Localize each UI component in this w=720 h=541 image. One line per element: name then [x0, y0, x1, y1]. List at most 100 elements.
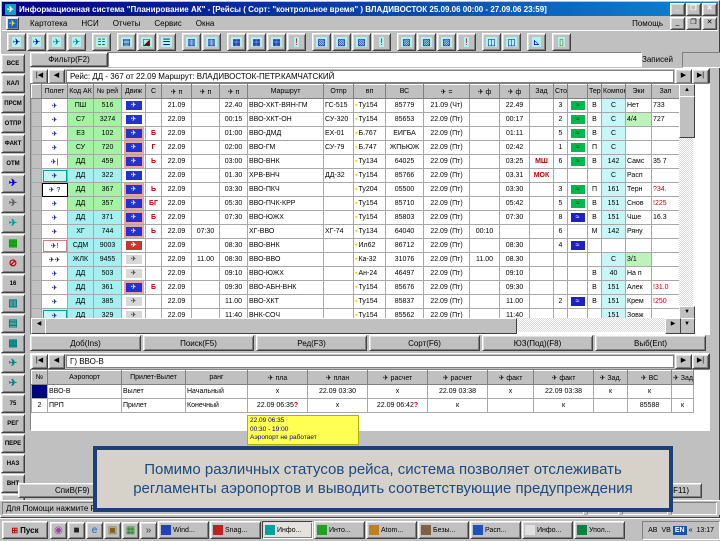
horizontal-scrollbar[interactable]: ◀ ▶ — [31, 318, 681, 334]
cell-bort[interactable]: 85653 — [385, 112, 424, 127]
cell-mar[interactable]: ХГ-ВВО — [247, 224, 324, 239]
cell-sti[interactable]: ≈ — [567, 294, 588, 309]
column-header-✈ план[interactable]: ✈ план — [307, 370, 368, 385]
cell-dp[interactable]: 22.09 — [161, 238, 192, 253]
close-button[interactable]: ✕ — [702, 2, 717, 16]
task-button-Инфо...[interactable]: Инфо... — [522, 521, 573, 539]
toolbar-button-1-0[interactable]: ☷ — [92, 32, 111, 51]
cell-ta[interactable]: 11.00 — [191, 252, 220, 267]
cell-kod[interactable]: ХГ — [67, 224, 94, 239]
cell-zap[interactable] — [651, 238, 680, 253]
column-header-✈ ВС[interactable]: ✈ ВС — [627, 370, 672, 385]
cell-stn[interactable]: 8 — [553, 210, 568, 225]
cell-df[interactable]: 22.09 (Пт) — [423, 168, 470, 183]
cell-s[interactable]: Б — [145, 210, 162, 225]
cell-dp[interactable]: 22.09 — [161, 266, 192, 281]
cell-zad[interactable]: МШ — [529, 154, 554, 169]
toolbar-button-9-0[interactable]: ▯ — [552, 32, 571, 51]
cell-ta[interactable] — [191, 112, 220, 127]
cell-td[interactable]: 22.40 — [219, 98, 248, 113]
cell-polet[interactable]: ✈ ? — [41, 182, 68, 197]
cell-stn[interactable]: 5 — [553, 196, 568, 211]
column-header-Аэропорт[interactable]: Аэропорт — [47, 370, 122, 385]
cell-stn[interactable]: 1 — [553, 140, 568, 155]
cell-c13[interactable]: к — [671, 398, 694, 413]
cell-stn[interactable] — [553, 168, 568, 183]
cell-stn[interactable] — [553, 252, 568, 267]
cell-ter[interactable]: М — [587, 224, 602, 239]
toolbar-button-8-0[interactable]: ⊾ — [527, 32, 546, 51]
cell-df[interactable]: 22.09 (Пт) — [423, 252, 470, 267]
cell-stn[interactable] — [553, 280, 568, 295]
column-header-✈ Зад[interactable]: ✈ Зад — [671, 370, 694, 385]
cell-dv[interactable]: ✈ — [121, 266, 146, 281]
cell-df[interactable]: 22.09 (Пт) — [423, 112, 470, 127]
vertical-scrollbar[interactable]: ▲ ▼ — [679, 84, 695, 320]
cell-s[interactable] — [145, 294, 162, 309]
cell-s[interactable]: Ь — [145, 154, 162, 169]
cell-zap[interactable] — [651, 266, 680, 281]
cell-tip[interactable]: ▪Ту154 — [353, 280, 386, 295]
cell-tfa[interactable] — [469, 168, 500, 183]
toolbar-button-0-2[interactable]: ✈ — [47, 32, 66, 51]
cell-c7[interactable]: х — [367, 384, 428, 399]
cell-s[interactable] — [145, 252, 162, 267]
cell-komp[interactable]: С — [601, 252, 626, 267]
sidebar-button-icon-14[interactable]: ▦ — [1, 334, 25, 353]
cell-tfa[interactable] — [469, 112, 500, 127]
column-header-Маршрут[interactable]: Маршрут — [247, 84, 324, 99]
cell-dp[interactable]: 22.09 — [161, 140, 192, 155]
cell-num[interactable]: 720 — [93, 140, 122, 155]
cell-otp[interactable] — [323, 154, 354, 169]
language-indicator[interactable]: EN — [672, 525, 687, 535]
cell-sti[interactable] — [567, 266, 588, 281]
toolbar-button-5-2[interactable]: ▧ — [352, 32, 371, 51]
column-header-ВС[interactable]: ВС — [385, 84, 424, 99]
cell-otp[interactable]: ГС-515 — [323, 98, 354, 113]
filter-input[interactable] — [108, 52, 642, 67]
cell-ta[interactable] — [191, 210, 220, 225]
cell-dp[interactable]: 22.09 — [161, 252, 192, 267]
toolbar-button-6-3[interactable]: ! — [457, 32, 476, 51]
cell-mar[interactable]: ХРВ-ВНЧ — [247, 168, 324, 183]
column-header-Тер[interactable]: Тер — [587, 84, 602, 99]
cell-zad[interactable] — [529, 252, 554, 267]
cell-td[interactable]: 03:30 — [219, 182, 248, 197]
cell-num[interactable]: 744 — [93, 224, 122, 239]
task-button-Wind...[interactable]: Wind... — [158, 521, 209, 539]
cell-df[interactable]: 22.09 (Пт) — [423, 140, 470, 155]
cell-ter[interactable]: П — [587, 182, 602, 197]
cell-c5[interactable]: х — [247, 384, 308, 399]
cell-df[interactable]: 22.09 (Пт) — [423, 126, 470, 141]
cell-tfa[interactable] — [469, 294, 500, 309]
cell-dp[interactable]: 22.09 — [161, 168, 192, 183]
cell-m[interactable] — [31, 280, 42, 295]
column-header-✈ п[interactable]: ✈ п — [191, 84, 220, 99]
cell-komp[interactable]: 151 — [601, 210, 626, 225]
cell-eki[interactable]: Крем — [625, 294, 652, 309]
cell-sti[interactable]: ≈ — [567, 154, 588, 169]
menu-item-Сервис[interactable]: Сервис — [147, 18, 188, 29]
cell-polet[interactable]: ✈ — [41, 140, 68, 155]
cell-polet[interactable]: ✈ — [41, 196, 68, 211]
cell-tfd[interactable]: 03:30 — [499, 182, 530, 197]
cell-zap[interactable] — [651, 140, 680, 155]
cell-zad[interactable] — [529, 98, 554, 113]
cell-sti[interactable]: ≈ — [567, 182, 588, 197]
cell-ta[interactable] — [191, 238, 220, 253]
cell-num[interactable]: 322 — [93, 168, 122, 183]
cell-c11[interactable] — [593, 398, 628, 413]
cell-ta[interactable] — [191, 196, 220, 211]
task-button-Atom...[interactable]: Atom... — [366, 521, 417, 539]
column-header-✈ Зад.[interactable]: ✈ Зад. — [593, 370, 628, 385]
cell-tfd[interactable]: 03:25 — [499, 154, 530, 169]
cell-td[interactable]: 07:30 — [219, 210, 248, 225]
cell-c2[interactable]: ПРП — [47, 398, 122, 413]
cell-c1[interactable]: 2 — [31, 398, 48, 413]
cell-sti[interactable]: ≈ — [567, 112, 588, 127]
column-header-Движ[interactable]: Движ — [121, 84, 146, 99]
cell-s[interactable]: Б — [145, 126, 162, 141]
nav2-first-icon[interactable]: |◀ — [31, 354, 48, 369]
toolbar-button-5-0[interactable]: ▧ — [312, 32, 331, 51]
toolbar-button-3-0[interactable]: ▥ — [182, 32, 201, 51]
